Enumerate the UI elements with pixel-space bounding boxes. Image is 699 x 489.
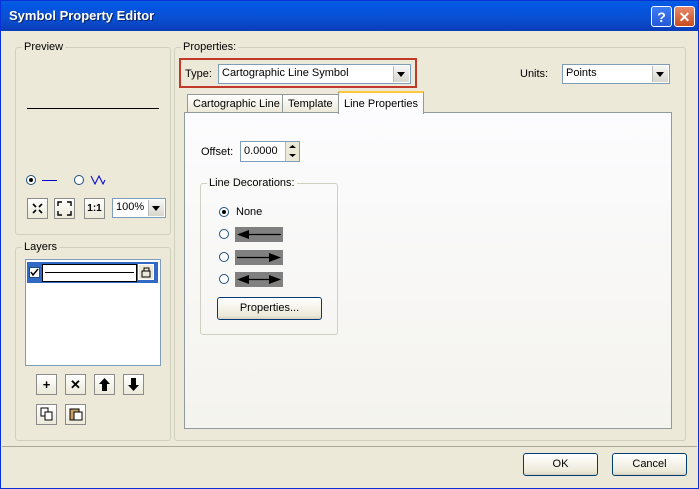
move-layer-up-button[interactable] [94,374,115,395]
ok-button[interactable]: OK [523,453,598,476]
actual-size-button[interactable]: 1:1 [84,198,105,219]
layers-group-label: Layers [22,241,60,253]
preview-wave-radio[interactable] [74,175,84,185]
tab-cartographic-line[interactable]: Cartographic Line [187,94,286,112]
zoom-value: 100% [116,201,145,213]
actual-size-icon: 1:1 [87,203,102,214]
line-preview-icon [42,180,57,181]
zoom-to-fit-button[interactable] [54,198,75,219]
paste-layer-button[interactable] [65,404,86,425]
preview-group-label: Preview [22,41,66,53]
units-label: Units: [520,68,549,80]
decoration-properties-button[interactable]: Properties... [217,297,322,320]
type-value: Cartographic Line Symbol [222,67,349,79]
copy-layer-button[interactable] [36,404,57,425]
paste-icon [69,408,82,421]
layer-visible-checkbox[interactable] [29,267,40,278]
plus-icon: + [42,377,51,392]
zoom-in-button[interactable] [27,198,48,219]
checkmark-icon [30,268,39,277]
layer-lock-icon[interactable] [138,264,154,280]
spinner-up-icon[interactable] [285,142,299,151]
arrow-left-icon[interactable] [235,227,283,242]
layer-row[interactable] [27,262,158,283]
chevron-down-icon[interactable] [393,66,409,82]
line-decorations-label: Line Decorations: [207,177,297,189]
window-title: Symbol Property Editor [9,8,155,23]
tab-template[interactable]: Template [282,94,339,112]
properties-group-label: Properties: [181,41,239,53]
spinner-down-icon[interactable] [285,151,299,161]
units-combo[interactable]: Points [562,64,670,84]
zoom-in-icon [32,203,43,214]
close-button[interactable]: ✕ [674,6,695,27]
decoration-none-radio[interactable] [219,207,229,217]
decoration-none-label: None [236,206,263,218]
arrow-down-icon [128,378,139,391]
symbol-property-editor-window: Symbol Property Editor ? ✕ Preview 1:1 1… [0,0,699,489]
units-value: Points [566,67,597,79]
arrow-right-icon[interactable] [235,250,283,265]
offset-spinner[interactable]: 0.0000 [240,141,300,162]
copy-icon [40,407,52,421]
offset-value[interactable]: 0.0000 [244,145,278,157]
decoration-arrow-right-radio[interactable] [219,252,229,262]
zoom-to-fit-icon [57,201,72,216]
offset-label: Offset: [201,146,234,158]
wave-preview-icon [90,174,106,186]
decoration-arrow-left-radio[interactable] [219,229,229,239]
cancel-button[interactable]: Cancel [612,453,687,476]
footer-divider [2,446,697,447]
tab-line-properties[interactable]: Line Properties [338,91,424,114]
help-button[interactable]: ? [651,6,672,27]
type-label: Type: [185,68,212,80]
move-layer-down-button[interactable] [123,374,144,395]
type-combo[interactable]: Cartographic Line Symbol [218,64,411,84]
arrow-both-icon[interactable] [235,272,283,287]
zoom-combo[interactable]: 100% [112,198,166,218]
chevron-down-icon[interactable] [652,66,668,82]
decoration-arrow-both-radio[interactable] [219,274,229,284]
preview-line [27,108,159,109]
delete-layer-button[interactable]: ✕ [65,374,86,395]
add-layer-button[interactable]: + [36,374,57,395]
chevron-down-icon[interactable] [148,200,164,216]
arrow-up-icon [99,378,110,391]
preview-line-radio[interactable] [26,175,36,185]
layers-list[interactable] [25,259,161,366]
delete-icon: ✕ [70,377,81,392]
title-bar[interactable]: Symbol Property Editor ? ✕ [1,1,698,31]
layer-line-preview [42,264,137,282]
